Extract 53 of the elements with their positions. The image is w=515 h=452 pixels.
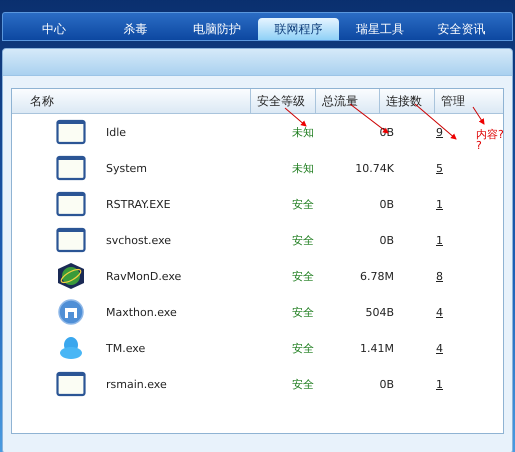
annotation-text: ? <box>476 140 482 151</box>
process-name: Idle <box>106 126 128 138</box>
tab[interactable]: 电脑防护 <box>176 18 258 40</box>
safety-level: 安全 <box>292 268 314 284</box>
traffic-value: 504B <box>365 306 394 318</box>
tab[interactable]: 联网程序 <box>258 18 339 40</box>
column-header: 安全等级 <box>250 89 315 113</box>
safety-level: 安全 <box>292 304 314 320</box>
safety-level: 安全 <box>292 376 314 392</box>
browser-icon <box>56 299 86 325</box>
tab[interactable]: 安全资讯 <box>420 18 502 40</box>
safety-level: 安全 <box>292 340 314 356</box>
safety-level: 未知 <box>292 124 314 140</box>
process-name: TM.exe <box>106 342 146 354</box>
annotation-arrow <box>284 108 307 127</box>
connections-link[interactable]: 1 <box>436 234 443 246</box>
traffic-value: 1.41M <box>360 342 394 354</box>
window-icon <box>56 371 86 397</box>
tab[interactable]: 中心 <box>13 18 94 40</box>
traffic-value: 0B <box>379 378 394 390</box>
window-icon <box>56 227 86 253</box>
globe-icon <box>56 263 86 289</box>
traffic-value: 0B <box>379 234 394 246</box>
column-header: 管理 <box>434 89 503 113</box>
process-name: rsmain.exe <box>106 378 168 390</box>
connections-link[interactable]: 4 <box>436 342 443 354</box>
column-header: 连接数 <box>379 89 434 113</box>
process-name: System <box>106 162 148 174</box>
traffic-value: 6.78M <box>360 270 394 282</box>
process-name: svchost.exe <box>106 234 172 246</box>
connections-link[interactable]: 1 <box>436 198 443 210</box>
connections-link[interactable]: 1 <box>436 378 443 390</box>
process-name: RSTRAY.EXE <box>106 198 172 210</box>
traffic-value: 0B <box>379 198 394 210</box>
safety-level: 未知 <box>292 160 314 176</box>
annotation-arrow <box>472 106 485 125</box>
traffic-value: 10.74K <box>355 162 394 174</box>
safety-level: 安全 <box>292 196 314 212</box>
connections-link[interactable]: 4 <box>436 306 443 318</box>
process-name: Maxthon.exe <box>106 306 178 318</box>
window-icon <box>56 155 86 181</box>
column-header: 名称 <box>29 92 55 110</box>
tab[interactable]: 瑞星工具 <box>339 18 420 40</box>
window-icon <box>56 191 86 217</box>
connections-link[interactable]: 8 <box>436 270 443 282</box>
tab[interactable]: 杀毒 <box>94 18 176 40</box>
connections-link[interactable]: 5 <box>436 162 443 174</box>
window-icon <box>56 119 86 145</box>
safety-level: 安全 <box>292 232 314 248</box>
connections-link[interactable]: 9 <box>436 126 443 138</box>
process-name: RavMonD.exe <box>106 270 182 282</box>
annotation-text: 内容? <box>476 129 504 140</box>
column-header: 总流量 <box>315 89 379 113</box>
